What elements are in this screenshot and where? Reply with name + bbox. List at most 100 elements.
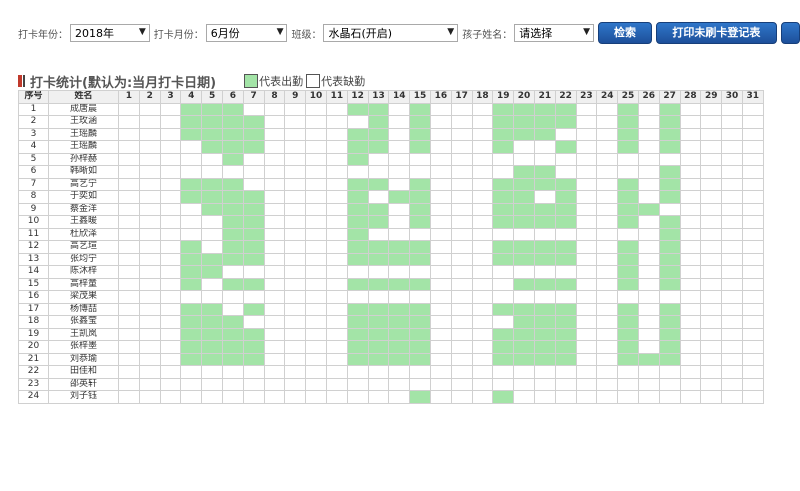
column-header-day-3: 3 xyxy=(159,90,182,104)
attendance-cell xyxy=(284,352,307,366)
attendance-cell xyxy=(575,377,598,391)
table-row: 1 成唐晨 xyxy=(18,102,764,116)
attendance-cell xyxy=(492,140,515,154)
attendance-cell xyxy=(513,190,535,204)
attendance-cell xyxy=(679,240,702,254)
attendance-cell xyxy=(325,215,348,229)
attendance-cell xyxy=(221,277,244,291)
attendance-cell xyxy=(679,115,702,129)
attendance-cell xyxy=(305,215,327,229)
attendance-cell xyxy=(679,140,702,154)
more-button[interactable] xyxy=(780,22,800,44)
attendance-cell xyxy=(741,240,764,254)
attendance-cell xyxy=(471,115,494,129)
attendance-cell xyxy=(637,152,660,166)
attendance-cell xyxy=(492,302,515,316)
attendance-cell xyxy=(325,165,348,179)
attendance-cell xyxy=(679,340,702,354)
attendance-cell xyxy=(721,352,743,366)
attendance-cell xyxy=(284,302,307,316)
attendance-cell xyxy=(492,252,515,266)
table-row: 2 王玫涵 xyxy=(18,115,764,129)
column-header-day-21: 21 xyxy=(533,90,556,104)
attendance-cell xyxy=(284,177,307,191)
attendance-cell xyxy=(221,327,244,341)
month-select[interactable]: 6月份 ▼ xyxy=(205,24,288,42)
attendance-cell xyxy=(533,315,556,329)
attendance-cell xyxy=(118,315,140,329)
attendance-cell xyxy=(554,140,577,154)
attendance-cell xyxy=(575,202,598,216)
attendance-cell xyxy=(221,290,244,304)
year-select[interactable]: 2018年 ▼ xyxy=(70,24,150,42)
class-select-value: 水晶石(开启) xyxy=(328,27,393,40)
attendance-cell xyxy=(367,115,390,129)
attendance-cell xyxy=(596,115,619,129)
attendance-cell xyxy=(658,277,681,291)
chevron-down-icon: ▼ xyxy=(276,27,284,37)
attendance-cell xyxy=(409,240,431,254)
attendance-cell xyxy=(700,340,723,354)
attendance-cell xyxy=(159,277,182,291)
attendance-cell xyxy=(138,102,161,116)
attendance-cell xyxy=(492,340,515,354)
attendance-cell xyxy=(159,165,182,179)
attendance-cell xyxy=(263,290,286,304)
attendance-cell xyxy=(575,315,598,329)
attendance-cell xyxy=(159,202,182,216)
attendance-cell xyxy=(658,140,681,154)
attendance-cell xyxy=(242,177,265,191)
attendance-cell xyxy=(492,315,515,329)
attendance-cell xyxy=(700,190,723,204)
table-row: 15 高梓童 xyxy=(18,277,764,291)
attendance-cell xyxy=(118,165,140,179)
attendance-cell xyxy=(492,227,515,241)
attendance-cell xyxy=(388,327,411,341)
attendance-cell xyxy=(263,177,286,191)
attendance-cell xyxy=(325,377,348,391)
attendance-cell xyxy=(409,190,431,204)
attendance-cell xyxy=(492,265,515,279)
row-number: 13 xyxy=(18,252,49,266)
attendance-cell xyxy=(575,327,598,341)
print-unswiped-button[interactable]: 打印未刷卡登记表 xyxy=(656,22,777,44)
attendance-cell xyxy=(284,315,307,329)
attendance-cell xyxy=(138,340,161,354)
attendance-cell xyxy=(201,190,223,204)
attendance-cell xyxy=(637,340,660,354)
attendance-cell xyxy=(741,277,764,291)
attendance-cell xyxy=(513,202,535,216)
attendance-cell xyxy=(513,390,535,404)
attendance-cell xyxy=(617,140,639,154)
attendance-cell xyxy=(221,390,244,404)
attendance-cell xyxy=(741,340,764,354)
attendance-cell xyxy=(221,115,244,129)
attendance-cell xyxy=(533,390,556,404)
attendance-cell xyxy=(284,127,307,141)
attendance-cell xyxy=(325,365,348,379)
attendance-cell xyxy=(533,215,556,229)
attendance-cell xyxy=(118,252,140,266)
attendance-cell xyxy=(700,365,723,379)
child-select[interactable]: 请选择 ▼ xyxy=(514,24,594,42)
attendance-cell xyxy=(409,327,431,341)
attendance-cell xyxy=(201,377,223,391)
search-button[interactable]: 检索 xyxy=(598,22,653,44)
attendance-cell xyxy=(700,240,723,254)
attendance-cell xyxy=(617,177,639,191)
attendance-cell xyxy=(617,327,639,341)
column-header-day-16: 16 xyxy=(429,90,452,104)
attendance-cell xyxy=(118,152,140,166)
attendance-cell xyxy=(201,115,223,129)
attendance-cell xyxy=(118,340,140,354)
attendance-cell xyxy=(284,140,307,154)
attendance-cell xyxy=(118,302,140,316)
attendance-cell xyxy=(346,165,369,179)
attendance-cell xyxy=(637,377,660,391)
class-select[interactable]: 水晶石(开启) ▼ xyxy=(323,24,459,42)
attendance-cell xyxy=(242,302,265,316)
attendance-cell xyxy=(533,365,556,379)
student-name: 王鑫暖 xyxy=(48,215,119,229)
attendance-cell xyxy=(305,265,327,279)
attendance-cell xyxy=(513,127,535,141)
